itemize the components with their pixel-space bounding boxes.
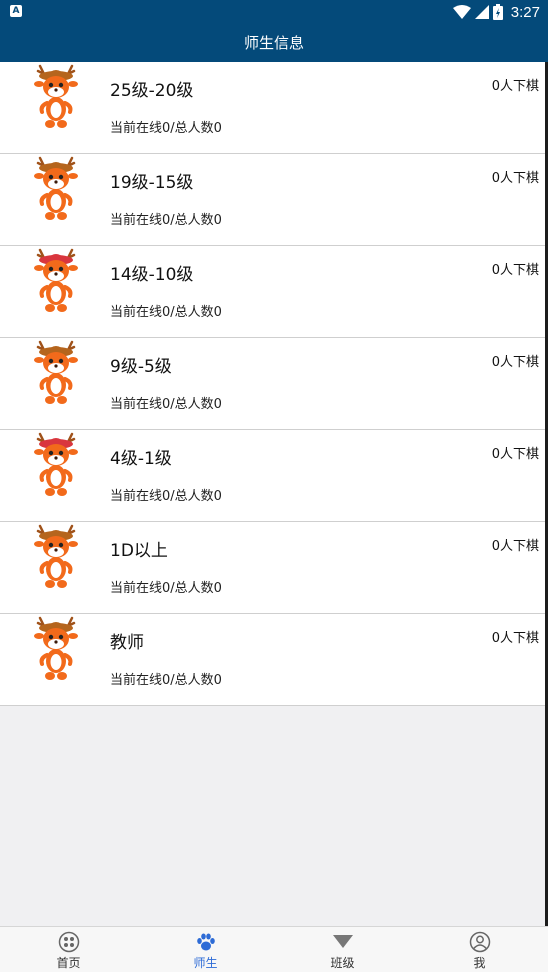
online-count: 当前在线0/总人数0 [110,673,222,688]
group-title: 4级-1级 [110,449,172,469]
tab-class-label: 班级 [330,956,355,970]
paw-icon [196,933,215,951]
tab-home-label: 首页 [56,956,81,970]
group-row[interactable]: 25级-20级 0人下棋当前在线0/总人数0 [0,62,545,154]
group-row[interactable]: 1D以上 0人下棋当前在线0/总人数0 [0,522,545,614]
online-count: 当前在线0/总人数0 [110,489,222,504]
deer-mascot-icon [26,248,86,314]
battery-icon [492,4,503,20]
tab-me[interactable]: 我 [411,927,548,972]
tab-class[interactable]: 班级 [274,927,411,972]
group-row[interactable]: 4级-1级 0人下棋当前在线0/总人数0 [0,430,545,522]
triangle-icon [332,935,353,948]
group-title: 19级-15级 [110,173,194,193]
playing-count: 0人下棋 [491,539,539,554]
tab-home[interactable]: 首页 [0,927,137,972]
playing-count: 0人下棋 [491,355,539,370]
deer-mascot-icon [26,432,86,498]
bottom-nav: 首页 师生 班级 我 [0,926,548,972]
group-row[interactable]: 19级-15级 0人下棋当前在线0/总人数0 [0,154,545,246]
home-grid-icon [58,931,79,953]
tab-teachers-students[interactable]: 师生 [137,927,274,972]
wifi-icon [452,5,471,19]
signal-icon [474,5,489,19]
group-row[interactable]: 教师 0人下棋当前在线0/总人数0 [0,614,545,706]
clock: 3:27 [510,3,540,21]
online-count: 当前在线0/总人数0 [110,121,222,136]
group-title: 9级-5级 [110,357,172,377]
user-icon [469,931,490,953]
deer-mascot-icon [26,340,86,406]
deer-mascot-icon [26,156,86,222]
online-count: 当前在线0/总人数0 [110,581,222,596]
playing-count: 0人下棋 [491,631,539,646]
group-title: 教师 [110,633,144,653]
group-row[interactable]: 9级-5级 0人下棋当前在线0/总人数0 [0,338,545,430]
deer-mascot-icon [26,64,86,130]
tab-teachers-students-label: 师生 [193,956,218,970]
group-row[interactable]: 14级-10级 0人下棋当前在线0/总人数0 [0,246,545,338]
group-title: 25级-20级 [110,81,194,101]
playing-count: 0人下棋 [491,171,539,186]
page-title: 师生信息 [0,24,548,62]
group-list: 25级-20级 0人下棋 当前在线0/总人数0 19级-15级 0人下棋 当前在线0/总人… [0,62,545,706]
online-count: 当前在线0/总人数0 [110,305,222,320]
playing-count: 0人下棋 [491,263,539,278]
notification-icon: A [10,5,22,17]
tab-me-label: 我 [473,956,486,970]
status-bar: A 3:27 [0,0,548,24]
playing-count: 0人下棋 [491,79,539,94]
group-title: 1D以上 [110,541,168,561]
group-title: 14级-10级 [110,265,194,285]
deer-mascot-icon [26,524,86,590]
online-count: 当前在线0/总人数0 [110,397,222,412]
online-count: 当前在线0/总人数0 [110,213,222,228]
deer-mascot-icon [26,616,86,682]
playing-count: 0人下棋 [491,447,539,462]
